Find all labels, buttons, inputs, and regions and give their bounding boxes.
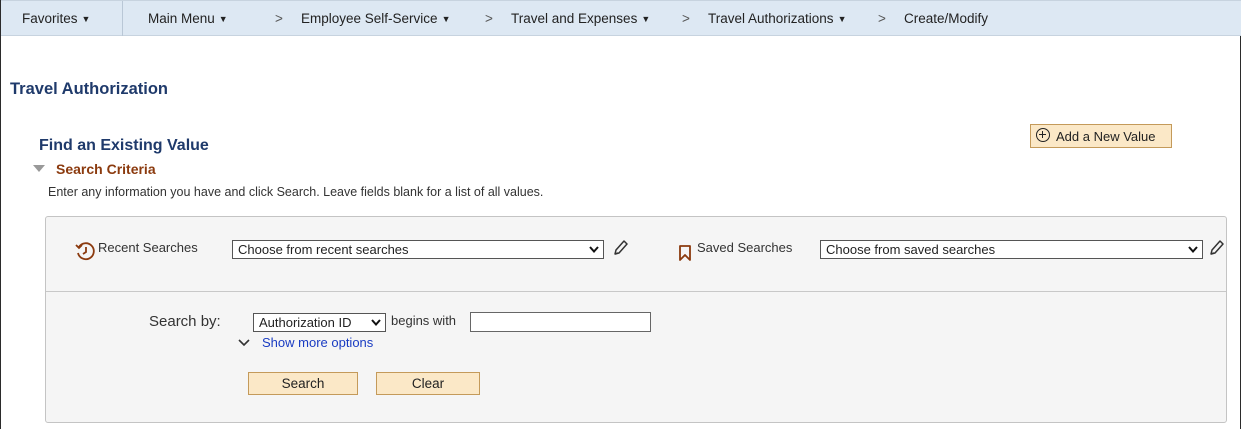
plus-circle-icon [1036, 128, 1050, 142]
saved-searches-value: Choose from saved searches [826, 242, 996, 257]
nav-main-menu[interactable]: Main Menu ▼ [148, 11, 228, 26]
clear-button[interactable]: Clear [376, 372, 480, 395]
nav-travel-and-expenses[interactable]: Travel and Expenses ▼ [511, 11, 650, 26]
nav-create-modify[interactable]: Create/Modify [904, 11, 988, 26]
page-title: Travel Authorization [10, 80, 168, 98]
caret-down-icon: ▼ [218, 14, 228, 24]
history-clock-icon [75, 242, 95, 261]
collapse-triangle-icon [33, 165, 45, 172]
add-new-value-label: Add a New Value [1056, 129, 1156, 144]
nav-separator: > [682, 11, 690, 26]
navbar: Favorites ▼ Main Menu ▼ > Employee Self-Se… [1, 0, 1241, 36]
search-button[interactable]: Search [248, 372, 358, 395]
nav-crumb-label: Travel and Expenses [511, 11, 638, 26]
nav-separator: > [275, 11, 283, 26]
caret-down-icon: ▼ [837, 14, 847, 24]
add-new-value-button[interactable]: Add a New Value [1030, 124, 1172, 148]
chevron-down-icon [371, 319, 381, 326]
caret-down-icon: ▼ [641, 14, 651, 24]
search-panel: Recent Searches Choose from recent searc… [45, 216, 1227, 423]
caret-down-icon: ▼ [441, 14, 451, 24]
search-by-field-select[interactable]: Authorization ID [253, 313, 386, 332]
chevron-down-icon [589, 246, 599, 253]
panel-divider [46, 291, 1226, 292]
bookmark-icon [679, 245, 691, 261]
saved-searches-select[interactable]: Choose from saved searches [820, 240, 1203, 259]
recent-searches-label: Recent Searches [98, 240, 198, 255]
search-by-field-value: Authorization ID [259, 315, 352, 330]
nav-favorites-label: Favorites [22, 11, 78, 26]
caret-down-icon: ▼ [81, 14, 91, 24]
chevron-down-icon [238, 339, 250, 347]
search-value-input[interactable] [470, 312, 651, 332]
search-instructions: Enter any information you have and click… [48, 185, 544, 199]
search-by-label: Search by: [149, 313, 221, 330]
chevron-down-icon [1188, 246, 1198, 253]
find-existing-value-title: Find an Existing Value [39, 137, 209, 154]
pencil-icon[interactable] [612, 239, 628, 257]
nav-divider [122, 1, 123, 36]
nav-favorites[interactable]: Favorites ▼ [22, 11, 90, 26]
nav-current-label: Create/Modify [904, 11, 989, 26]
search-criteria-label: Search Criteria [56, 161, 156, 177]
show-more-options-label: Show more options [262, 335, 374, 350]
nav-main-menu-label: Main Menu [148, 11, 215, 26]
nav-separator: > [485, 11, 493, 26]
search-operator-label: begins with [391, 313, 457, 328]
nav-crumb-label: Employee Self-Service [301, 11, 438, 26]
pencil-icon[interactable] [1208, 239, 1224, 257]
nav-crumb-label: Travel Authorizations [708, 11, 834, 26]
recent-searches-value: Choose from recent searches [238, 242, 409, 257]
saved-searches-label: Saved Searches [697, 240, 793, 255]
nav-travel-authorizations[interactable]: Travel Authorizations ▼ [708, 11, 846, 26]
recent-searches-select[interactable]: Choose from recent searches [232, 240, 604, 259]
nav-employee-self-service[interactable]: Employee Self-Service ▼ [301, 11, 450, 26]
nav-separator: > [878, 11, 886, 26]
